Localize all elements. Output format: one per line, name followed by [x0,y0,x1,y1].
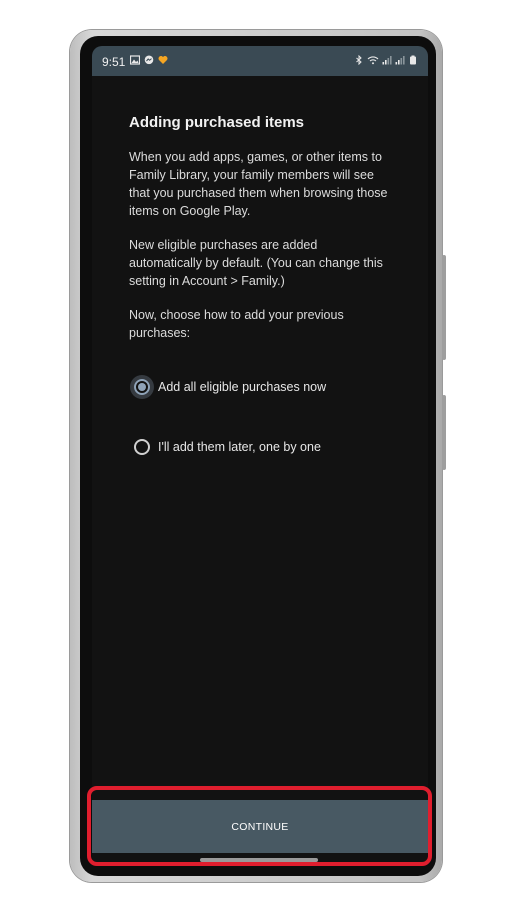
dialog-paragraph: New eligible purchases are added automat… [129,238,383,288]
option-add-later[interactable]: I'll add them later, one by one [134,439,321,455]
radio-selected-icon[interactable] [134,379,150,395]
status-system-icons [354,55,418,65]
continue-button[interactable]: CONTINUE [201,813,318,841]
image-icon [130,55,140,65]
dialog-content: Adding purchased items When you add apps… [129,114,391,358]
dialog-title: Adding purchased items [129,114,305,131]
dialog-paragraph: Now, choose how to add your previous pur… [129,308,344,340]
signal-icon [382,56,392,65]
radio-unselected-icon[interactable] [134,439,150,455]
home-indicator[interactable] [200,858,318,862]
messenger-icon [144,55,154,65]
screenshot-stage: 9:51 Adding purchased items When you add… [0,0,512,910]
status-time: 9:51 [102,55,126,69]
status-notification-icons [130,55,168,65]
bluetooth-icon [356,55,362,65]
volume-button [442,255,446,360]
wifi-icon [367,56,379,65]
option-add-all-now[interactable]: Add all eligible purchases now [134,379,326,395]
phone-screen: 9:51 Adding purchased items When you add… [92,46,428,866]
option-label: Add all eligible purchases now [158,380,327,394]
battery-icon [410,55,416,65]
power-button [442,395,446,470]
signal-icon [395,56,405,65]
footer-bar: CONTINUE [92,800,428,853]
status-bar: 9:51 [92,46,428,76]
dialog-paragraph: When you add apps, games, or other items… [129,150,388,218]
option-label: I'll add them later, one by one [158,440,321,454]
heart-icon [158,56,168,64]
